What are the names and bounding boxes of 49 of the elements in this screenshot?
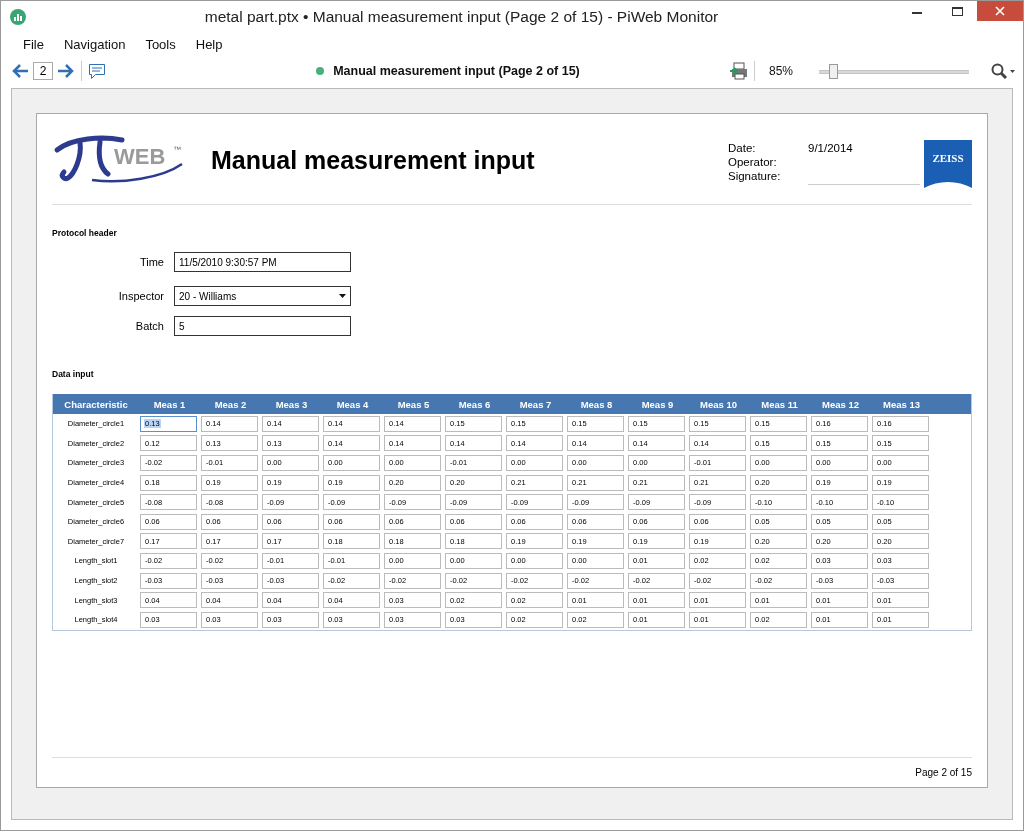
section-heading: Data input xyxy=(52,369,95,379)
field-label: Inspector xyxy=(117,290,164,302)
meta-label: Signature: xyxy=(728,170,782,184)
dropdown-caret-icon xyxy=(339,294,346,298)
page-number-field[interactable]: 2 xyxy=(33,62,53,80)
maximize-icon xyxy=(951,6,963,16)
menu-item[interactable]: Help xyxy=(185,34,233,54)
column-header: Meas 10 xyxy=(699,398,738,410)
meta-label: Operator: xyxy=(728,156,778,168)
menu-item[interactable]: Tools xyxy=(135,34,186,54)
column-header: Meas 5 xyxy=(396,398,431,410)
column-header: Meas 8 xyxy=(579,398,614,410)
input-field[interactable]: 11/5/2010 9:30:57 PM xyxy=(174,252,351,272)
column-header: Meas 9 xyxy=(640,398,675,410)
column-header: Meas 2 xyxy=(213,398,248,410)
document-title: Manual measurement input (Page 2 of 15) xyxy=(333,64,580,78)
close-icon xyxy=(995,6,1005,16)
column-header: Meas 12 xyxy=(821,398,860,410)
column-header: Meas 7 xyxy=(518,398,553,410)
field-label: Time xyxy=(138,256,164,268)
window-title: metal part.ptx • Manual measurement input (Page 2 of 15) - PiWeb Monitor xyxy=(203,8,720,26)
meta-value: 9/1/2014 xyxy=(808,142,854,154)
status-dot-icon xyxy=(316,67,325,75)
printer-icon[interactable] xyxy=(729,62,748,80)
section-heading: Protocol header xyxy=(52,228,118,238)
page-footer: Page 2 of 15 xyxy=(915,767,972,778)
column-header: Meas 6 xyxy=(457,398,492,410)
column-header: Meas 3 xyxy=(274,398,309,410)
column-header: Meas 1 xyxy=(152,398,187,410)
zoom-icon[interactable] xyxy=(991,63,1015,79)
brand-logo: ZEISS xyxy=(924,140,972,190)
comment-icon[interactable] xyxy=(88,62,106,80)
back-arrow-icon[interactable] xyxy=(11,63,29,79)
menu-item[interactable]: Navigation xyxy=(53,34,136,54)
field-label: Batch xyxy=(134,320,164,332)
piweb-logo: WEB ™ xyxy=(52,134,187,186)
forward-arrow-icon[interactable] xyxy=(57,63,75,79)
meta-label: Date: xyxy=(728,142,757,154)
input-field[interactable]: 5 xyxy=(174,316,351,336)
column-header: Meas 13 xyxy=(882,398,921,410)
slider-thumb[interactable] xyxy=(828,63,838,79)
zoom-level: 85% xyxy=(768,64,793,78)
app-icon xyxy=(10,9,26,25)
report-title: Manual measurement input xyxy=(211,145,536,175)
column-header: Meas 4 xyxy=(335,398,370,410)
column-header: Characteristic xyxy=(63,398,129,410)
column-header: Meas 11 xyxy=(760,398,799,410)
menu-item[interactable]: File xyxy=(13,34,54,54)
inspector-dropdown[interactable]: 20 - Williams xyxy=(174,286,351,306)
